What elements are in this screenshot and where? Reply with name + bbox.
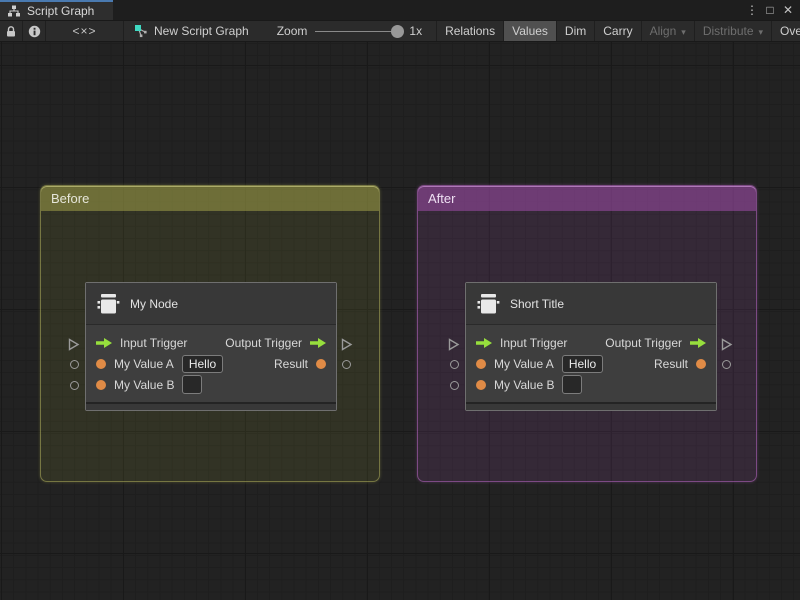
lock-button[interactable] [0, 21, 23, 41]
code-preview-button[interactable]: <×> [46, 21, 124, 41]
flow-output-port[interactable] [690, 337, 706, 348]
value-output-port[interactable] [316, 358, 326, 369]
port-label-output-trigger: Output Trigger [225, 335, 302, 350]
external-flow-input-port[interactable] [448, 338, 460, 356]
port-row-value-a: My Value A Hello Result [466, 353, 716, 374]
external-value-output-port[interactable] [342, 360, 351, 369]
zoom-label: Zoom [276, 24, 308, 38]
graph-asset-icon [135, 25, 147, 38]
zoom-slider[interactable] [315, 24, 405, 38]
port-label-result: Result [273, 356, 308, 371]
node-my-node[interactable]: My Node Input Trigger Output Trigger My … [85, 282, 337, 411]
close-icon[interactable]: ✕ [779, 0, 797, 20]
unit-icon [477, 293, 500, 313]
node-title: Short Title [510, 296, 565, 311]
group-before-header[interactable]: Before [41, 186, 379, 211]
value-output-port[interactable] [696, 358, 706, 369]
group-title: Before [51, 191, 90, 206]
port-row-value-b: My Value B [466, 374, 716, 395]
node-title: My Node [130, 296, 179, 311]
maximize-icon[interactable]: □ [761, 0, 779, 20]
graph-toolbar: <×> New Script Graph Zoom 1x Relations V… [0, 20, 800, 42]
info-icon [28, 25, 40, 37]
value-b-field[interactable] [562, 375, 583, 394]
graph-canvas[interactable]: Before After My Node Input Trigger Outpu… [0, 42, 800, 600]
port-row-trigger: Input Trigger Output Trigger [466, 332, 716, 353]
node-header[interactable]: My Node [86, 283, 336, 325]
toolbar-toggle-group: Relations Values Dim Carry Align ▾ Distr… [436, 21, 800, 41]
node-footer [466, 402, 716, 410]
port-row-value-b: My Value B [86, 374, 336, 395]
node-short-title[interactable]: Short Title Input Trigger Output Trigger… [465, 282, 717, 411]
window-menu-icon[interactable]: ⋮ [743, 0, 761, 20]
flow-output-port[interactable] [310, 337, 326, 348]
value-input-port[interactable] [96, 379, 106, 390]
port-row-value-a: My Value A Hello Result [86, 353, 336, 374]
external-value-input-port[interactable] [70, 381, 79, 390]
port-label-output-trigger: Output Trigger [605, 335, 682, 350]
zoom-slider-handle[interactable] [391, 24, 405, 38]
port-label-my-value-b: My Value B [494, 377, 555, 392]
port-label-input-trigger: Input Trigger [500, 335, 568, 350]
inspect-button[interactable] [23, 21, 46, 41]
distribute-dropdown[interactable]: Distribute ▾ [695, 21, 773, 41]
tab-title: Script Graph [27, 4, 95, 18]
port-label-my-value-a: My Value A [494, 356, 554, 371]
zoom-control: Zoom 1x [267, 21, 432, 41]
external-value-input-port[interactable] [450, 381, 459, 390]
node-footer [86, 402, 336, 410]
external-value-output-port[interactable] [722, 360, 731, 369]
port-label-result: Result [653, 356, 688, 371]
zoom-value: 1x [409, 24, 423, 38]
value-input-port[interactable] [476, 379, 486, 390]
port-label-my-value-b: My Value B [114, 377, 175, 392]
graph-name[interactable]: New Script Graph [154, 24, 249, 38]
lock-icon [7, 25, 15, 36]
node-body: Input Trigger Output Trigger My Value A … [466, 325, 716, 402]
script-graph-icon [8, 5, 20, 16]
port-row-trigger: Input Trigger Output Trigger [86, 332, 336, 353]
value-a-field[interactable]: Hello [181, 354, 224, 373]
value-a-field[interactable]: Hello [561, 354, 604, 373]
graph-name-section: New Script Graph [124, 21, 259, 41]
tab-script-graph[interactable]: Script Graph [0, 0, 113, 20]
carry-button[interactable]: Carry [595, 21, 642, 41]
external-flow-input-port[interactable] [68, 338, 80, 356]
port-label-input-trigger: Input Trigger [120, 335, 188, 350]
dim-button[interactable]: Dim [557, 21, 596, 41]
flow-input-port[interactable] [96, 337, 112, 348]
external-flow-output-port[interactable] [721, 338, 733, 356]
overview-button[interactable]: Overview [772, 21, 800, 41]
value-input-port[interactable] [96, 358, 106, 369]
align-dropdown[interactable]: Align ▾ [642, 21, 695, 41]
value-b-field[interactable] [182, 375, 203, 394]
window-titlebar: Script Graph ⋮ □ ✕ [0, 0, 800, 20]
window-controls: ⋮ □ ✕ [743, 0, 797, 20]
external-value-input-port[interactable] [450, 360, 459, 369]
chevron-down-icon: ▾ [681, 26, 686, 37]
port-label-my-value-a: My Value A [114, 356, 174, 371]
chevron-down-icon: ▾ [758, 26, 764, 37]
node-header[interactable]: Short Title [466, 283, 716, 325]
node-body: Input Trigger Output Trigger My Value A … [86, 325, 336, 402]
relations-button[interactable]: Relations [437, 21, 505, 41]
group-title: After [428, 191, 456, 206]
unit-icon [97, 293, 120, 313]
group-after-header[interactable]: After [418, 186, 756, 211]
flow-input-port[interactable] [476, 337, 492, 348]
external-flow-output-port[interactable] [341, 338, 353, 356]
external-value-input-port[interactable] [70, 360, 79, 369]
value-input-port[interactable] [476, 358, 486, 369]
values-button[interactable]: Values [504, 21, 557, 41]
